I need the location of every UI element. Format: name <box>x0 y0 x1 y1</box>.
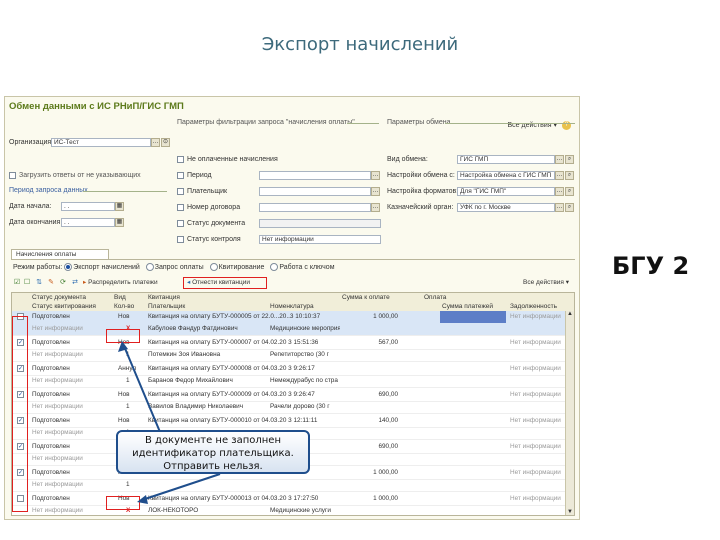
callout-line-3: Отправить нельзя. <box>163 461 263 472</box>
callout-line-1: В документе не заполнен <box>144 435 281 446</box>
callout-line-2: идентификатор плательщика. <box>132 448 294 459</box>
error-callout: В документе не заполнен идентификатор пл… <box>116 430 310 474</box>
callout-arrows <box>118 341 221 504</box>
